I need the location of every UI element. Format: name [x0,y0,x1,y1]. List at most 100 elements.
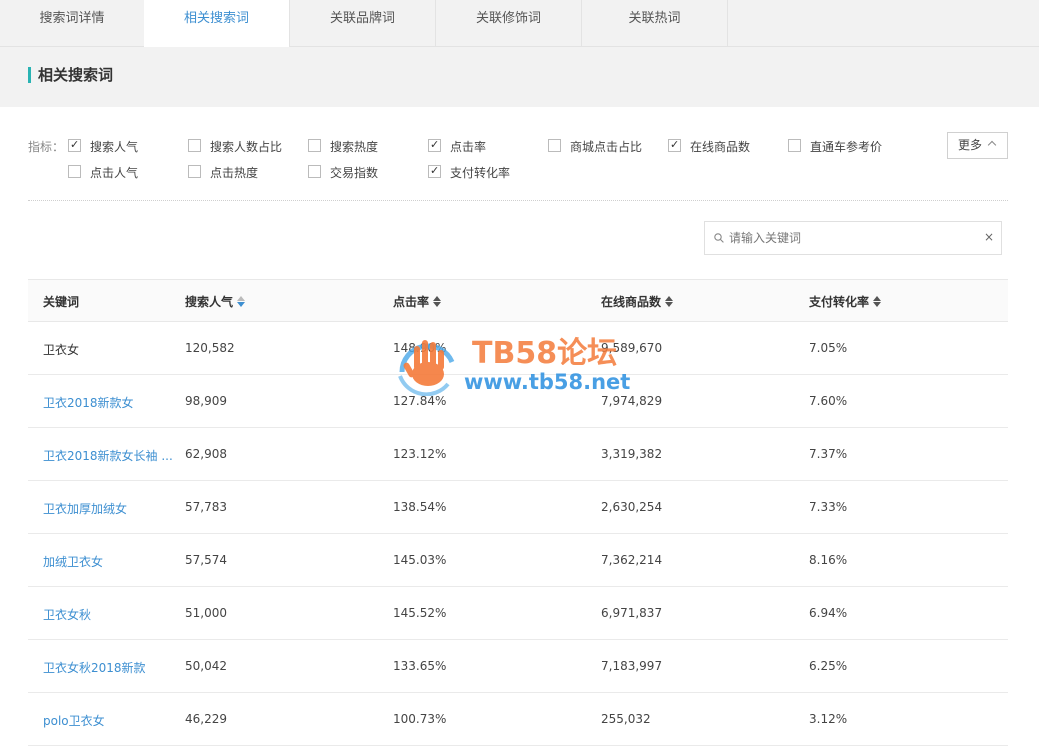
indicator-label: 点击人气 [90,166,139,180]
checkbox-icon[interactable] [188,139,201,152]
col-header-label: 点击率 [393,295,430,309]
search-popularity-cell: 57,783 [185,500,227,514]
online-products-cell: 255,032 [601,712,651,726]
keyword-table: 关键词 搜索人气 点击率 在线商品数 支付转化率 卫衣女 120,582 148… [28,279,1008,746]
col-header-label: 搜索人气 [185,295,234,309]
tab-search-word-detail[interactable]: 搜索词详情 [0,0,145,47]
keyword-link[interactable]: 卫衣女秋2018新款 [43,659,173,676]
section-title: 相关搜索词 [38,66,114,84]
pay-conversion-cell: 7.60% [809,394,848,408]
pay-conversion-cell: 7.33% [809,500,848,514]
search-popularity-cell: 51,000 [185,606,227,620]
sort-icon[interactable] [433,296,442,307]
indicator-label: 商城点击占比 [570,140,643,154]
col-header-keyword: 关键词 [43,295,80,309]
chevron-up-icon [987,140,997,150]
table-header: 关键词 搜索人气 点击率 在线商品数 支付转化率 [28,279,1008,322]
keyword-link[interactable]: 卫衣2018新款女 [43,394,173,411]
checkbox-icon[interactable] [308,165,321,178]
table-row: 卫衣加厚加绒女 57,783 138.54% 2,630,254 7.33% [28,481,1008,534]
col-header-online-products[interactable]: 在线商品数 [601,293,674,310]
table-row: 卫衣2018新款女 98,909 127.84% 7,974,829 7.60% [28,375,1008,428]
online-products-cell: 3,319,382 [601,447,663,461]
indicator-label: 直通车参考价 [810,140,883,154]
more-button[interactable]: 更多 [947,132,1008,159]
checkbox-icon[interactable] [788,139,801,152]
online-products-cell: 7,974,829 [601,394,663,408]
tab-related-hot-words[interactable]: 关联热词 [582,0,728,47]
click-rate-cell: 123.12% [393,447,447,461]
keyword-link[interactable]: 卫衣加厚加绒女 [43,500,173,517]
checkbox-icon[interactable] [548,139,561,152]
checkbox-icon[interactable] [188,165,201,178]
indicator-label: 点击率 [450,140,487,154]
col-header-label: 在线商品数 [601,295,662,309]
search-popularity-cell: 62,908 [185,447,227,461]
pay-conversion-cell: 6.94% [809,606,848,620]
table-row: 加绒卫衣女 57,574 145.03% 7,362,214 8.16% [28,534,1008,587]
online-products-cell: 2,630,254 [601,500,663,514]
section-header: 相关搜索词 [0,47,1039,107]
keyword-link[interactable]: 卫衣女秋 [43,606,173,623]
checkbox-icon[interactable]: ✓ [668,138,681,152]
indicator-label: 在线商品数 [690,140,751,154]
pay-conversion-cell: 7.05% [809,341,848,355]
search-icon [714,233,724,243]
search-popularity-cell: 46,229 [185,712,227,726]
sort-icon[interactable] [665,296,674,307]
indicator-label: 搜索热度 [330,140,379,154]
check-icon: ✓ [430,138,440,151]
keyword-search-box: × [704,221,1002,255]
click-rate-cell: 138.54% [393,500,447,514]
tab-related-search-words[interactable]: 相关搜索词 [144,0,290,48]
search-popularity-cell: 120,582 [185,341,235,355]
divider [28,200,1008,201]
keyword-cell: 卫衣女 [43,343,80,357]
keyword-link[interactable]: polo卫衣女 [43,712,173,729]
search-popularity-cell: 98,909 [185,394,227,408]
click-rate-cell: 145.03% [393,553,447,567]
indicator-label: 点击热度 [210,166,259,180]
checkbox-icon[interactable]: ✓ [68,138,81,152]
online-products-cell: 7,362,214 [601,553,663,567]
table-row: 卫衣女 120,582 148.90% 9,589,670 7.05% [28,322,1008,375]
sort-icon[interactable] [237,296,246,307]
online-products-cell: 9,589,670 [601,341,663,355]
sort-icon[interactable] [873,296,882,307]
table-row: 卫衣女秋2018新款 50,042 133.65% 7,183,997 6.25… [28,640,1008,693]
click-rate-cell: 127.84% [393,394,447,408]
keyword-link[interactable]: 卫衣2018新款女长袖 ... [43,447,173,464]
col-header-pay-conversion[interactable]: 支付转化率 [809,293,882,310]
online-products-cell: 6,971,837 [601,606,663,620]
pay-conversion-cell: 6.25% [809,659,848,673]
tab-bar: 搜索词详情 相关搜索词 关联品牌词 关联修饰词 关联热词 [0,0,1039,48]
online-products-cell: 7,183,997 [601,659,663,673]
check-icon: ✓ [70,138,80,151]
checkbox-icon[interactable] [68,165,81,178]
checkbox-icon[interactable]: ✓ [428,138,441,152]
pay-conversion-cell: 3.12% [809,712,848,726]
indicator-label: 交易指数 [330,166,379,180]
table-row: 卫衣2018新款女长袖 ... 62,908 123.12% 3,319,382… [28,428,1008,481]
search-input[interactable] [729,228,969,248]
more-button-label: 更多 [958,138,983,152]
tab-related-brand-words[interactable]: 关联品牌词 [290,0,436,47]
search-popularity-cell: 50,042 [185,659,227,673]
click-rate-cell: 148.90% [393,341,447,355]
click-rate-cell: 133.65% [393,659,447,673]
click-rate-cell: 100.73% [393,712,447,726]
clear-icon[interactable]: × [984,230,994,244]
indicators-label: 指标： [28,140,65,154]
click-rate-cell: 145.52% [393,606,447,620]
indicator-label: 搜索人数占比 [210,140,283,154]
indicator-label: 搜索人气 [90,140,139,154]
col-header-click-rate[interactable]: 点击率 [393,293,442,310]
check-icon: ✓ [430,164,440,177]
checkbox-icon[interactable] [308,139,321,152]
check-icon: ✓ [670,138,680,151]
keyword-link[interactable]: 加绒卫衣女 [43,553,173,570]
checkbox-icon[interactable]: ✓ [428,164,441,178]
search-popularity-cell: 57,574 [185,553,227,567]
tab-related-modifier-words[interactable]: 关联修饰词 [436,0,582,47]
col-header-search-popularity[interactable]: 搜索人气 [185,293,246,310]
